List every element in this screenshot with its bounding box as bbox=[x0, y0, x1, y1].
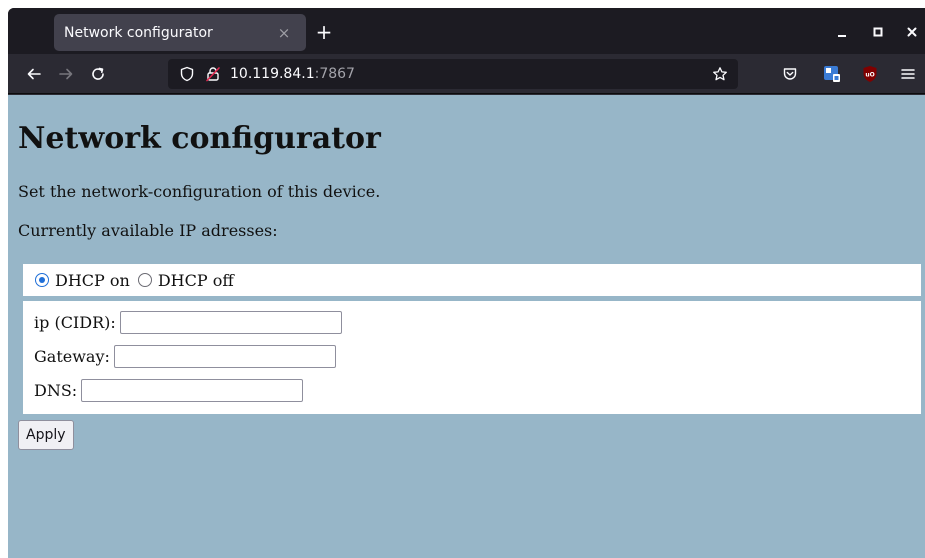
static-ip-fields: ip (CIDR): Gateway: DNS: bbox=[23, 301, 921, 414]
reload-icon[interactable] bbox=[84, 60, 112, 88]
ip-cidr-row: ip (CIDR): bbox=[34, 311, 342, 334]
gateway-input[interactable] bbox=[113, 345, 336, 368]
dns-label: DNS: bbox=[34, 381, 78, 400]
url-port: :7867 bbox=[314, 66, 355, 82]
tab-title: Network configurator bbox=[64, 24, 213, 41]
shield-icon[interactable] bbox=[178, 65, 196, 83]
tab-close-icon[interactable]: × bbox=[272, 24, 296, 42]
url-text[interactable]: 10.119.84.1:7867 bbox=[230, 66, 355, 82]
gateway-row: Gateway: bbox=[34, 345, 336, 368]
ip-cidr-input[interactable] bbox=[119, 311, 342, 334]
url-host: 10.119.84.1 bbox=[230, 66, 315, 82]
close-window-icon[interactable] bbox=[899, 20, 925, 44]
insecure-lock-icon[interactable] bbox=[204, 65, 222, 83]
extension-icon[interactable] bbox=[821, 63, 843, 85]
page-content: Network configurator Set the network-con… bbox=[8, 95, 925, 558]
dhcp-on-radio[interactable] bbox=[35, 273, 49, 287]
browser-window: Network configurator × + 10.119.84.1:786… bbox=[8, 8, 925, 558]
svg-text:uO: uO bbox=[865, 72, 874, 79]
dhcp-on-label[interactable]: DHCP on bbox=[55, 271, 130, 290]
dhcp-off-label[interactable]: DHCP off bbox=[158, 271, 234, 290]
ip-cidr-label: ip (CIDR): bbox=[34, 313, 116, 332]
pocket-icon[interactable] bbox=[779, 63, 801, 85]
page-description: Set the network-configuration of this de… bbox=[18, 182, 381, 201]
minimize-icon[interactable] bbox=[829, 20, 855, 44]
dns-input[interactable] bbox=[81, 379, 304, 402]
gateway-label: Gateway: bbox=[34, 347, 110, 366]
dhcp-off-radio[interactable] bbox=[137, 273, 152, 287]
ublock-origin-icon[interactable]: uO bbox=[859, 63, 881, 85]
tab-network-configurator[interactable]: Network configurator × bbox=[54, 14, 306, 51]
hamburger-menu-icon[interactable] bbox=[897, 63, 919, 85]
star-icon[interactable] bbox=[710, 64, 730, 84]
url-bar[interactable]: 10.119.84.1:7867 bbox=[168, 59, 738, 89]
new-tab-button[interactable]: + bbox=[310, 18, 338, 46]
ip-addresses-heading: Currently available IP adresses: bbox=[18, 221, 278, 240]
tab-strip: Network configurator × + bbox=[8, 8, 925, 54]
back-arrow-icon[interactable] bbox=[20, 60, 48, 88]
dhcp-radio-group: DHCP on DHCP off bbox=[23, 264, 921, 296]
page-title: Network configurator bbox=[18, 121, 381, 156]
forward-arrow-icon[interactable] bbox=[52, 60, 80, 88]
navigation-toolbar: 10.119.84.1:7867 uO bbox=[8, 54, 925, 94]
maximize-icon[interactable] bbox=[865, 20, 891, 44]
dns-row: DNS: bbox=[34, 379, 304, 402]
apply-button[interactable]: Apply bbox=[18, 420, 74, 450]
